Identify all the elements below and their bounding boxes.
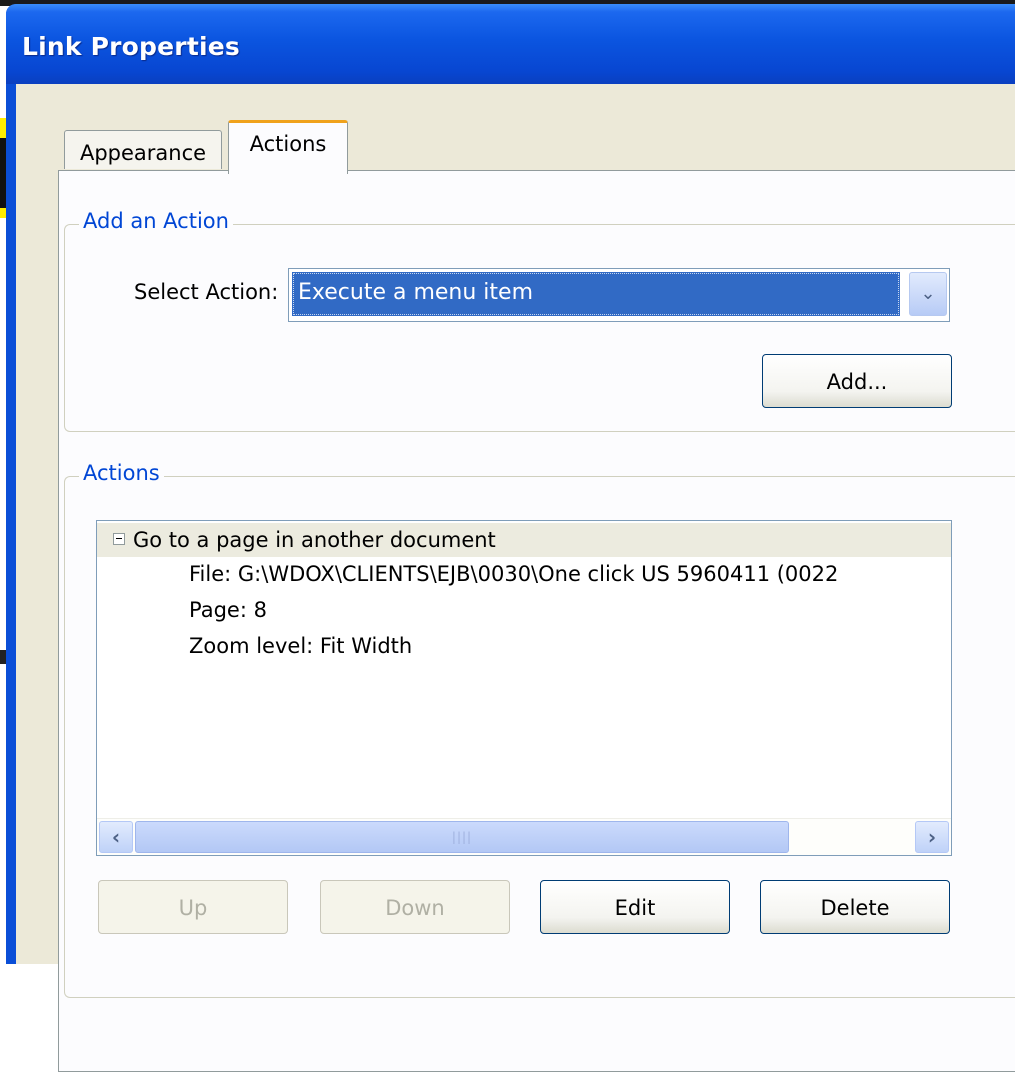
up-button[interactable]: Up bbox=[98, 880, 288, 934]
delete-button[interactable]: Delete bbox=[760, 880, 950, 934]
tab-appearance[interactable]: Appearance bbox=[64, 130, 222, 169]
tree-detail-file: File: G:\WDOX\CLIENTS\EJB\0030\One click… bbox=[97, 557, 951, 591]
select-action-value: Execute a menu item bbox=[292, 272, 900, 316]
dialog-body: Appearance Actions Add an Action Select … bbox=[16, 84, 1015, 1072]
down-button[interactable]: Down bbox=[320, 880, 510, 934]
chevron-down-icon[interactable]: ⌄ bbox=[909, 272, 947, 316]
horizontal-scrollbar[interactable]: ‹ |||| › bbox=[97, 818, 951, 855]
add-action-group-label: Add an Action bbox=[79, 209, 233, 233]
link-properties-dialog: Link Properties Appearance Actions Add a… bbox=[6, 4, 1015, 1072]
select-action-label: Select Action: bbox=[134, 280, 279, 304]
tree-detail-label: Page: 8 bbox=[189, 598, 267, 622]
tree-detail-zoom: Zoom level: Fit Width bbox=[97, 629, 951, 663]
chevron-left-icon[interactable]: ‹ bbox=[99, 821, 133, 853]
tree-item-label: Go to a page in another document bbox=[133, 528, 496, 552]
tree-detail-page: Page: 8 bbox=[97, 593, 951, 627]
minus-box-icon[interactable] bbox=[113, 533, 125, 545]
add-button[interactable]: Add... bbox=[762, 354, 952, 408]
tree-item-goto-page[interactable]: Go to a page in another document bbox=[97, 523, 951, 557]
tree-detail-label: File: G:\WDOX\CLIENTS\EJB\0030\One click… bbox=[189, 562, 839, 586]
dialog-title: Link Properties bbox=[22, 32, 240, 61]
tree-detail-label: Zoom level: Fit Width bbox=[189, 634, 413, 658]
actions-group-label: Actions bbox=[79, 461, 164, 485]
actions-tree[interactable]: Go to a page in another document File: G… bbox=[96, 520, 952, 856]
select-action-dropdown[interactable]: Execute a menu item ⌄ bbox=[288, 268, 950, 322]
edit-button[interactable]: Edit bbox=[540, 880, 730, 934]
title-bar[interactable]: Link Properties bbox=[6, 4, 1015, 84]
tab-actions[interactable]: Actions bbox=[228, 120, 348, 174]
chevron-right-icon[interactable]: › bbox=[915, 821, 949, 853]
scrollbar-thumb[interactable]: |||| bbox=[135, 821, 789, 853]
